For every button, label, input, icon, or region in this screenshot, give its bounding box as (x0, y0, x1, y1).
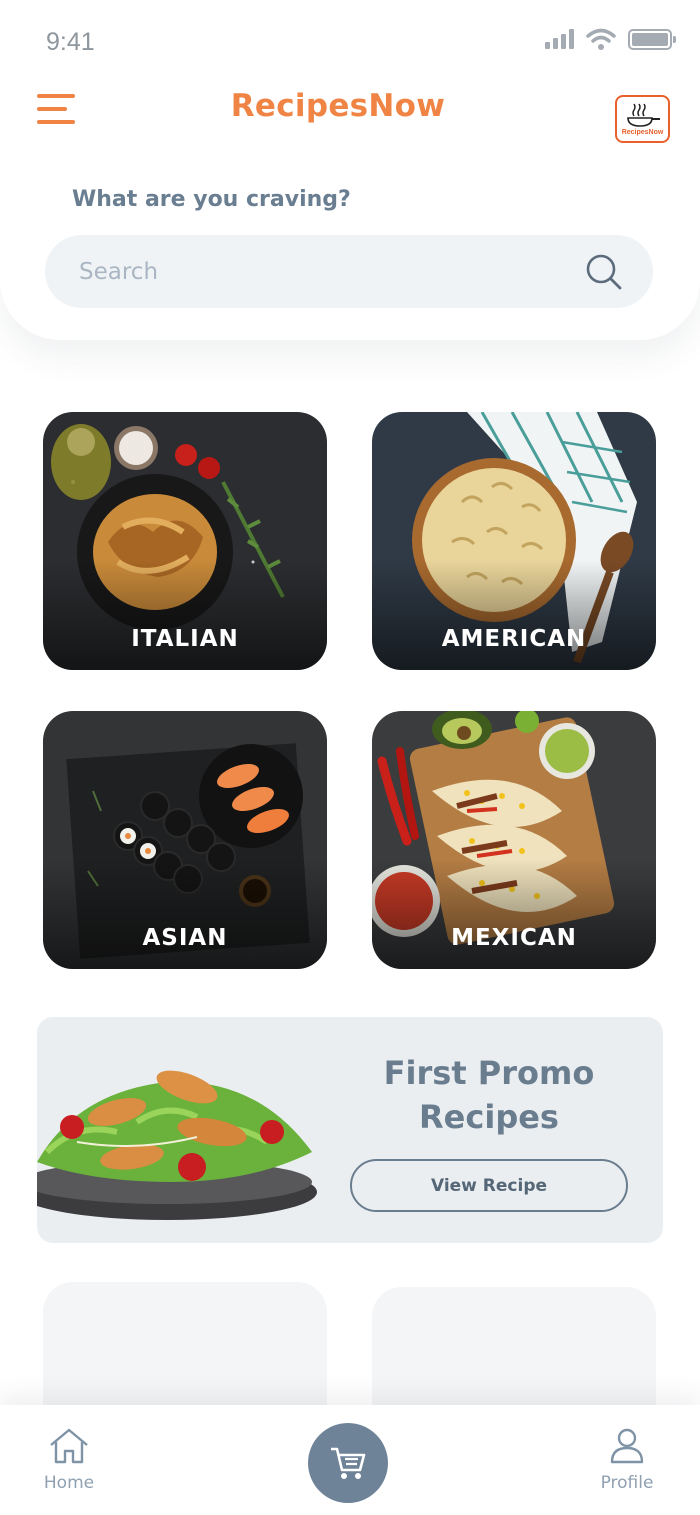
status-icons (545, 28, 676, 50)
signal-icon (545, 29, 574, 49)
home-icon (50, 1428, 88, 1464)
salad-bowl-image (37, 1070, 317, 1220)
cart-icon (331, 1447, 366, 1479)
nav-profile[interactable]: Profile (582, 1427, 672, 1493)
search-input[interactable] (79, 258, 559, 285)
wifi-icon (586, 28, 616, 50)
category-label: ITALIAN (131, 626, 239, 652)
logo-text: RecipesNow (621, 129, 664, 136)
nav-profile-label: Profile (600, 1473, 654, 1493)
status-time: 9:41 (46, 28, 95, 56)
promo-banner: First Promo Recipes View Recipe (37, 1017, 663, 1243)
app-logo: RecipesNow (615, 95, 670, 143)
profile-icon (610, 1428, 644, 1464)
search-icon[interactable] (585, 253, 623, 291)
category-card-mexican[interactable]: MEXICAN (372, 711, 656, 969)
view-recipe-button[interactable]: View Recipe (350, 1159, 628, 1212)
cooking-pan-icon (626, 103, 660, 127)
app-title: RecipesNow (230, 88, 446, 124)
promo-title-line1: First Promo (383, 1054, 595, 1092)
category-card-asian[interactable]: ASIAN (43, 711, 327, 969)
header-card: 9:41 RecipesNow RecipesNow What are you … (0, 0, 700, 340)
category-card-american[interactable]: AMERICAN (372, 412, 656, 670)
category-label: ASIAN (142, 925, 228, 951)
cart-button[interactable] (308, 1423, 388, 1503)
nav-home-label: Home (43, 1473, 95, 1493)
promo-title: First Promo Recipes (367, 1051, 611, 1139)
category-label: AMERICAN (441, 626, 587, 652)
promo-title-line2: Recipes (419, 1098, 559, 1136)
search-bar (45, 235, 653, 308)
battery-icon (628, 28, 676, 50)
category-label: MEXICAN (451, 925, 577, 951)
nav-home[interactable]: Home (24, 1427, 114, 1493)
category-card-italian[interactable]: ITALIAN (43, 412, 327, 670)
bottom-nav: Home Profile (0, 1405, 700, 1515)
craving-prompt: What are you craving? (72, 187, 351, 212)
